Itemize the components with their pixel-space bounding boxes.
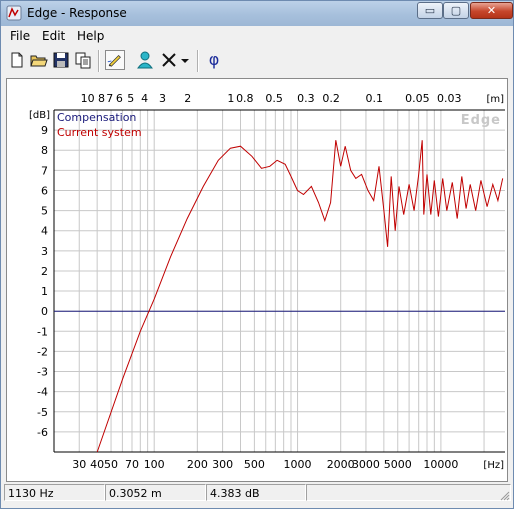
top-unit-label: [m]	[486, 94, 504, 105]
legend-current-system: Current system	[57, 126, 142, 139]
y-tick-label: 9	[41, 124, 48, 137]
status-empty	[306, 484, 511, 501]
resize-grip-icon[interactable]	[500, 491, 510, 501]
y-tick-label: 7	[41, 164, 48, 177]
phi-icon[interactable]: φ	[204, 50, 224, 70]
y-tick-label: -6	[37, 426, 48, 439]
toolbar: φ	[1, 47, 513, 75]
top-tick-label: 3	[159, 92, 166, 105]
top-tick-label: 8	[98, 92, 105, 105]
y-tick-label: -2	[37, 345, 48, 358]
status-distance: 0.3052 m	[105, 484, 206, 501]
top-tick-label: 2	[184, 92, 191, 105]
x-tick-label: 300	[212, 458, 233, 471]
toolbar-separator	[197, 50, 199, 72]
top-tick-label: 1	[227, 92, 234, 105]
top-tick-label: 6	[116, 92, 123, 105]
legend-compensation: Compensation	[57, 111, 136, 124]
y-unit-label: [dB]	[29, 110, 50, 121]
open-folder-icon[interactable]	[29, 50, 49, 70]
close-button[interactable]: ✕	[470, 2, 513, 19]
x-tick-label: 500	[244, 458, 265, 471]
status-level: 4.383 dB	[206, 484, 306, 501]
x-tick-label: 100	[144, 458, 165, 471]
status-bar: 1130 Hz 0.3052 m 4.383 dB	[4, 484, 511, 502]
top-tick-label: 0.8	[236, 92, 254, 105]
minimize-button[interactable]: ▭	[417, 2, 443, 19]
x-tick-label: 3000	[352, 458, 380, 471]
close-icon: ✕	[486, 4, 497, 17]
top-tick-label: 0.5	[265, 92, 283, 105]
top-tick-label: 0.05	[405, 92, 430, 105]
maximize-icon: ▢	[450, 4, 462, 17]
y-tick-label: -5	[37, 406, 48, 419]
top-tick-label: 0.2	[322, 92, 340, 105]
maximize-button[interactable]: ▢	[443, 2, 469, 19]
x-tick-label: 5000	[384, 458, 412, 471]
x-tick-label: 50	[104, 458, 118, 471]
top-tick-label: 10	[81, 92, 95, 105]
app-icon	[6, 5, 22, 21]
toolbar-separator	[98, 50, 100, 72]
y-tick-label: 5	[41, 205, 48, 218]
y-tick-label: 0	[41, 305, 48, 318]
menu-file[interactable]: File	[10, 29, 30, 43]
menu-help[interactable]: Help	[77, 29, 104, 43]
response-chart[interactable]: 9 8 7 6 5 4 3 2 1 0 -1 -2 -3 -4 -5 -6 [dB] 30 40 50 70 100 200…	[6, 78, 508, 482]
top-tick-label: 5	[127, 92, 134, 105]
cross-marker-icon[interactable]	[159, 50, 179, 70]
copy-icon[interactable]	[73, 50, 93, 70]
top-tick-label: 0.1	[366, 92, 384, 105]
minimize-icon: ▭	[424, 4, 436, 17]
x-unit-label: [Hz]	[483, 460, 504, 471]
y-tick-label: -1	[37, 325, 48, 338]
y-tick-label: 2	[41, 265, 48, 278]
y-tick-label: 6	[41, 184, 48, 197]
y-tick-label: 8	[41, 144, 48, 157]
top-tick-label: 0.3	[297, 92, 315, 105]
dropdown-arrow-icon[interactable]	[179, 50, 191, 70]
chart-watermark: Edge	[461, 113, 501, 128]
y-tick-label: -3	[37, 366, 48, 379]
draw-pencil-icon[interactable]	[105, 50, 125, 70]
top-tick-label: 0.03	[437, 92, 462, 105]
top-tick-label: 7	[106, 92, 113, 105]
x-tick-label: 30	[72, 458, 86, 471]
title-bar[interactable]: Edge - Response ▭ ▢ ✕	[1, 1, 513, 26]
x-tick-label: 1000	[284, 458, 312, 471]
x-tick-label: 40	[90, 458, 104, 471]
x-tick-label: 10000	[423, 458, 458, 471]
new-document-icon[interactable]	[7, 50, 27, 70]
x-tick-label: 70	[125, 458, 139, 471]
y-tick-label: 1	[41, 285, 48, 298]
y-tick-label: 4	[41, 225, 48, 238]
app-window: Edge - Response ▭ ▢ ✕ File Edit Help φ 9…	[0, 0, 514, 509]
menu-bar: File Edit Help	[1, 26, 513, 46]
person-speaker-icon[interactable]	[135, 50, 155, 70]
top-tick-label: 4	[141, 92, 148, 105]
chart-svg: 9876543210-1-2-3-4-5-6[dB]30 40 50 70 100 200…	[29, 92, 505, 471]
save-disk-icon[interactable]	[51, 50, 71, 70]
status-frequency: 1130 Hz	[4, 484, 105, 501]
y-tick-label: -4	[37, 386, 48, 399]
y-tick-label: 3	[41, 245, 48, 258]
window-title: Edge - Response	[27, 6, 127, 20]
menu-edit[interactable]: Edit	[42, 29, 65, 43]
current-system-line	[96, 140, 504, 453]
x-tick-label: 200	[187, 458, 208, 471]
x-tick-label: 2000	[327, 458, 355, 471]
